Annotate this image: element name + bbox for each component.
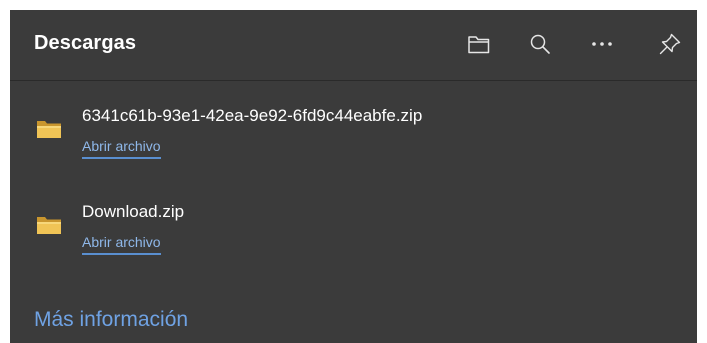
download-file-name: Download.zip — [82, 202, 185, 221]
panel-header: Descargas — [10, 10, 697, 81]
more-options-icon — [591, 40, 613, 48]
open-file-link[interactable]: Abrir archivo — [82, 138, 161, 159]
folder-icon — [36, 214, 62, 236]
pin-panel-button[interactable] — [648, 24, 692, 64]
open-file-link[interactable]: Abrir archivo — [82, 234, 161, 255]
download-file-name: 6341c61b-93e1-42ea-9e92-6fd9c44eabfe.zip — [82, 106, 423, 125]
folder-icon — [36, 118, 62, 140]
downloads-panel: Descargas 6341c61b-93e1-42ea-9e92-6fd9c4… — [10, 10, 697, 343]
download-item[interactable]: Download.zip Abrir archivo — [10, 190, 697, 278]
pin-icon — [658, 32, 682, 56]
open-downloads-folder-button[interactable] — [457, 24, 501, 64]
download-item[interactable]: 6341c61b-93e1-42ea-9e92-6fd9c44eabfe.zip… — [10, 90, 697, 178]
folder-icon — [467, 33, 491, 55]
more-info-link[interactable]: Más información — [34, 308, 188, 332]
search-downloads-button[interactable] — [518, 24, 562, 64]
panel-title: Descargas — [34, 32, 137, 54]
search-icon — [529, 33, 551, 55]
more-options-button[interactable] — [580, 24, 624, 64]
